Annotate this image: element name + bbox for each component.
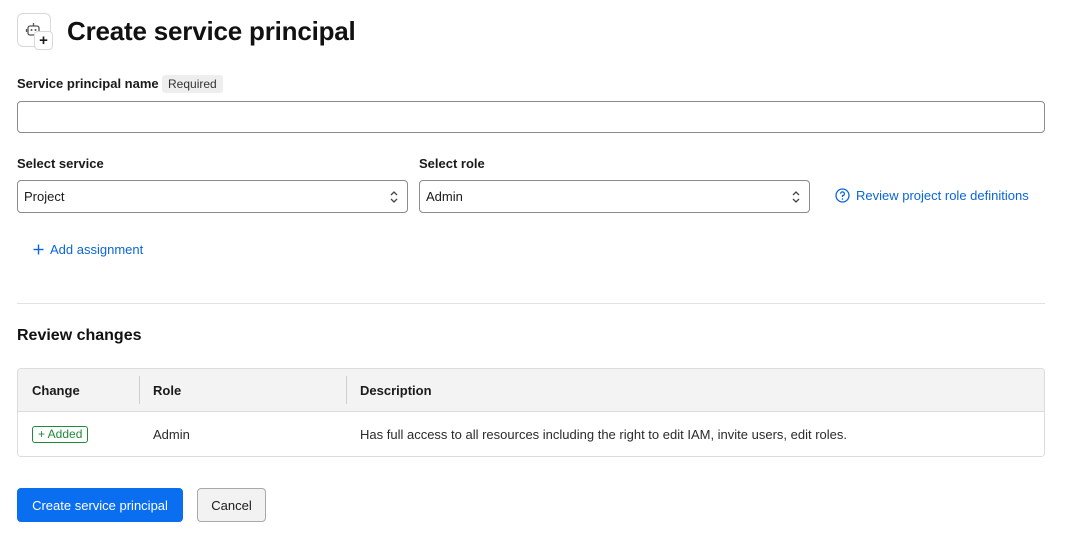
section-divider: [17, 303, 1045, 304]
add-assignment-button[interactable]: Add assignment: [33, 242, 143, 257]
select-service-label: Select service: [17, 156, 104, 171]
table-header: Change Role Description: [18, 369, 1044, 412]
page-title: Create service principal: [67, 16, 356, 46]
review-changes-table: Change Role Description + Added Admin Ha…: [17, 368, 1045, 457]
select-service-dropdown[interactable]: Project: [17, 180, 408, 213]
status-badge: + Added: [32, 425, 89, 443]
service-principal-name-input[interactable]: [17, 101, 1045, 133]
select-role-value: Admin: [426, 189, 463, 204]
select-service-value: Project: [24, 189, 65, 204]
description-cell: Has full access to all resources includi…: [360, 426, 847, 442]
select-role-label: Select role: [419, 156, 485, 171]
role-cell: Admin: [153, 426, 190, 442]
chevron-up-down-icon: [389, 190, 399, 204]
cancel-button[interactable]: Cancel: [197, 488, 266, 522]
select-role-dropdown[interactable]: Admin: [419, 180, 810, 213]
add-assignment-label: Add assignment: [50, 242, 144, 257]
help-circle-icon: [835, 188, 850, 203]
review-role-definitions-link[interactable]: Review project role definitions: [835, 188, 1029, 203]
required-badge: Required: [162, 75, 223, 93]
page-header: + Create service principal: [17, 13, 356, 50]
chevron-up-down-icon: [791, 190, 801, 204]
plus-icon: [33, 244, 44, 255]
review-changes-title: Review changes: [17, 327, 142, 344]
column-header-role: Role: [139, 369, 346, 411]
review-role-definitions-label: Review project role definitions: [856, 188, 1029, 203]
column-header-description: Description: [346, 369, 1044, 411]
service-principal-icon: +: [17, 13, 53, 50]
service-principal-name-label: Service principal name: [17, 76, 159, 91]
column-header-change: Change: [32, 382, 80, 398]
table-row: + Added Admin Has full access to all res…: [18, 412, 1044, 456]
plus-icon: +: [34, 31, 53, 50]
create-service-principal-button[interactable]: Create service principal: [17, 488, 183, 522]
